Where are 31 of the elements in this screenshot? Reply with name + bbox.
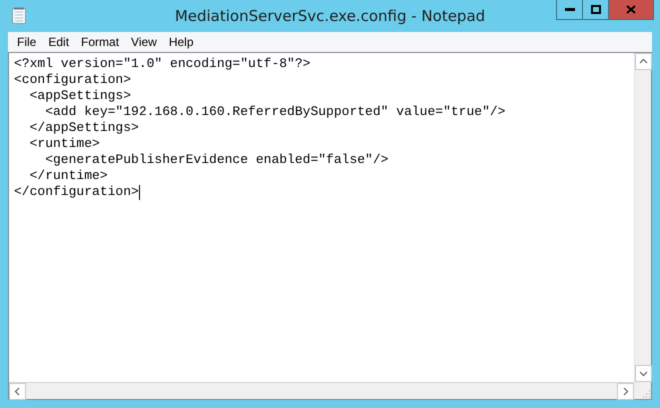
notepad-icon	[12, 7, 26, 24]
code-line: <appSettings>	[28, 88, 132, 104]
code-line: <add key="192.168.0.160.ReferredBySupported" value="true"/>	[44, 104, 506, 120]
code-line: </appSettings>	[28, 120, 139, 136]
code-line: <?xml version="1.0" encoding="utf-8"?>	[14, 56, 310, 72]
menu-item[interactable]: Format	[75, 35, 126, 49]
code-line: <generatePublisherEvidence enabled="false"/>	[44, 152, 388, 168]
close-icon	[626, 5, 636, 14]
code-line: </configuration>	[14, 184, 139, 200]
menu-item[interactable]: View	[125, 35, 163, 49]
up-chevron-icon	[639, 57, 648, 66]
left-chevron-icon	[13, 387, 22, 396]
scroll-up-button[interactable]	[635, 53, 652, 70]
window-title: MediationServerSvc.exe.config - Notepad	[174, 7, 486, 25]
scroll-down-button[interactable]	[635, 365, 652, 382]
scroll-right-button[interactable]	[617, 383, 634, 400]
code-line: <runtime>	[28, 136, 100, 152]
right-chevron-icon	[621, 387, 630, 396]
code-line: <configuration>	[14, 72, 132, 88]
code-line: </runtime>	[28, 168, 108, 184]
text-cursor	[138, 184, 140, 200]
minimize-icon	[564, 8, 574, 11]
down-chevron-icon	[639, 369, 648, 378]
menu-item[interactable]: File	[11, 35, 42, 49]
menu-item[interactable]: Help	[162, 35, 200, 49]
menu-item[interactable]: Edit	[42, 35, 76, 49]
scroll-left-button[interactable]	[9, 383, 26, 400]
resize-grip-icon[interactable]	[641, 389, 651, 399]
close-button[interactable]	[608, 0, 654, 20]
minimize-button[interactable]	[556, 0, 583, 20]
maximize-icon	[590, 5, 600, 14]
